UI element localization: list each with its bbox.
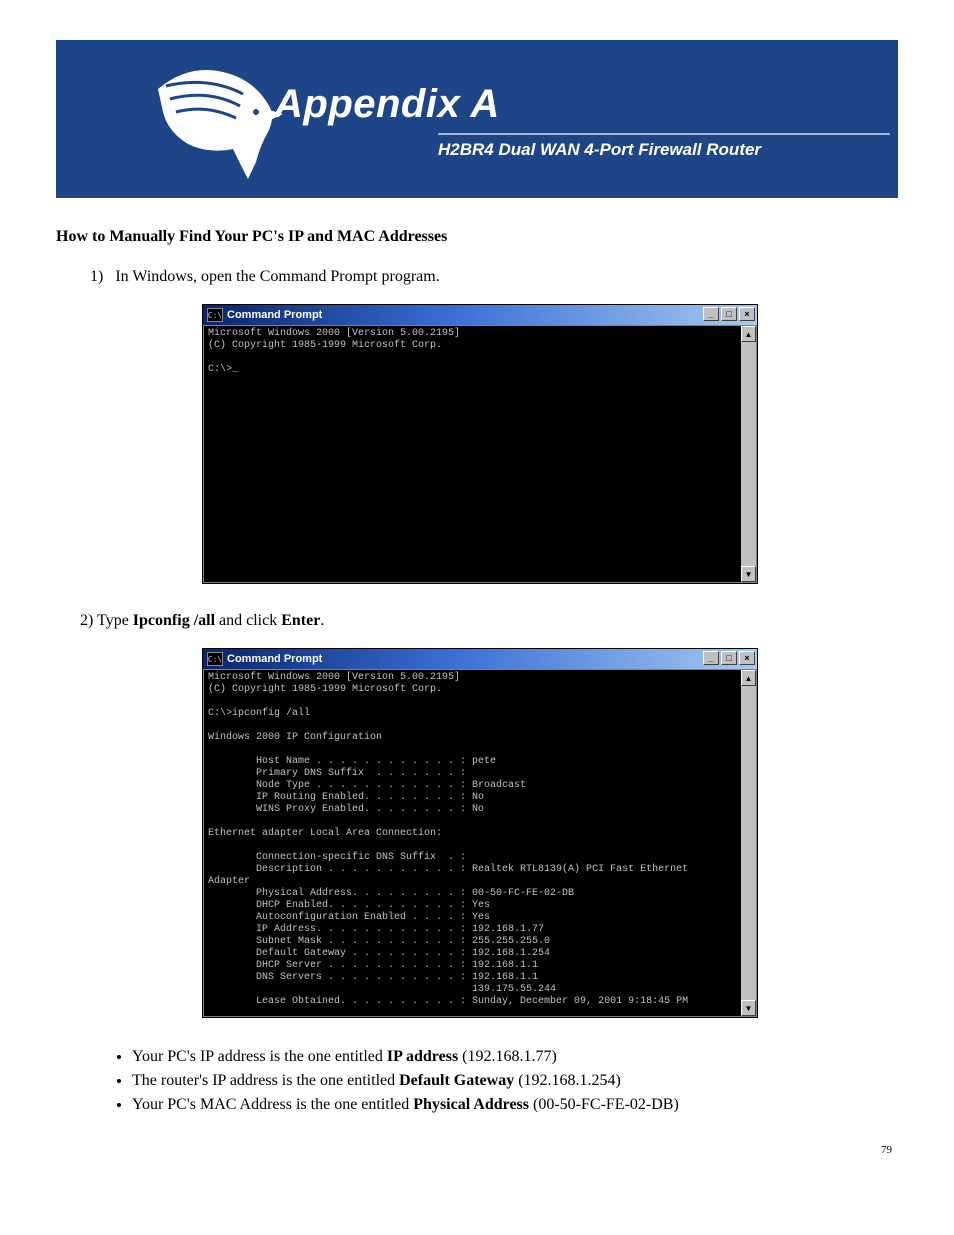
step-2-prefix: 2) Type [80,612,133,629]
step-2-cmd: Ipconfig /all [133,612,215,629]
step-1-text: In Windows, open the Command Prompt prog… [115,268,439,285]
bullet-bold: Default Gateway [399,1072,514,1089]
bullet-bold: IP address [387,1048,458,1065]
bullet-value: (192.168.1.254) [514,1072,621,1089]
cmd-icon: C:\ [207,308,223,322]
bullet-mac: Your PC's MAC Address is the one entitle… [132,1096,898,1114]
step-2-mid: and click [215,612,281,629]
window-title-2: Command Prompt [227,653,322,665]
minimize-button[interactable]: _ [703,651,719,665]
scroll-up-button[interactable]: ▲ [741,326,756,342]
terminal-output-1[interactable]: Microsoft Windows 2000 [Version 5.00.219… [203,325,741,583]
bullet-ip: Your PC's IP address is the one entitled… [132,1048,898,1066]
maximize-button[interactable]: □ [721,651,737,665]
document-page: Appendix A H2BR4 Dual WAN 4-Port Firewal… [0,0,954,1186]
step-2-suffix: . [320,612,324,629]
bullet-text: The router's IP address is the one entit… [132,1072,399,1089]
scrollbar-2[interactable]: ▲ ▼ [741,669,757,1017]
scroll-up-button[interactable]: ▲ [741,670,756,686]
bullet-bold: Physical Address [413,1096,529,1113]
command-prompt-window-2: C:\ Command Prompt _ □ × Microsoft Windo… [202,648,758,1018]
bullet-text: Your PC's IP address is the one entitled [132,1048,387,1065]
command-prompt-window-1: C:\ Command Prompt _ □ × Microsoft Windo… [202,304,758,584]
step-1: 1) In Windows, open the Command Prompt p… [90,268,898,286]
appendix-banner: Appendix A H2BR4 Dual WAN 4-Port Firewal… [56,40,898,198]
bullet-value: (192.168.1.77) [458,1048,557,1065]
summary-bullets: Your PC's IP address is the one entitled… [132,1048,898,1114]
scrollbar-1[interactable]: ▲ ▼ [741,325,757,583]
bullet-text: Your PC's MAC Address is the one entitle… [132,1096,413,1113]
step-1-number: 1) [90,268,103,285]
step-2-key: Enter [281,612,320,629]
page-number: 79 [56,1144,898,1156]
close-button[interactable]: × [739,307,755,321]
scroll-down-button[interactable]: ▼ [741,566,756,582]
scroll-down-button[interactable]: ▼ [741,1000,756,1016]
cmd-icon: C:\ [207,652,223,666]
terminal-output-2[interactable]: Microsoft Windows 2000 [Version 5.00.219… [203,669,741,1017]
window-title-1: Command Prompt [227,309,322,321]
step-2: 2) Type Ipconfig /all and click Enter. [80,612,898,630]
bullet-gateway: The router's IP address is the one entit… [132,1072,898,1090]
minimize-button[interactable]: _ [703,307,719,321]
maximize-button[interactable]: □ [721,307,737,321]
banner-divider [438,133,890,135]
titlebar-1[interactable]: C:\ Command Prompt _ □ × [203,305,757,325]
close-button[interactable]: × [739,651,755,665]
banner-subtitle: H2BR4 Dual WAN 4-Port Firewall Router [438,140,761,160]
bullet-value: (00-50-FC-FE-02-DB) [529,1096,679,1113]
banner-title: Appendix A [274,82,500,127]
section-heading: How to Manually Find Your PC's IP and MA… [56,228,898,246]
titlebar-2[interactable]: C:\ Command Prompt _ □ × [203,649,757,669]
